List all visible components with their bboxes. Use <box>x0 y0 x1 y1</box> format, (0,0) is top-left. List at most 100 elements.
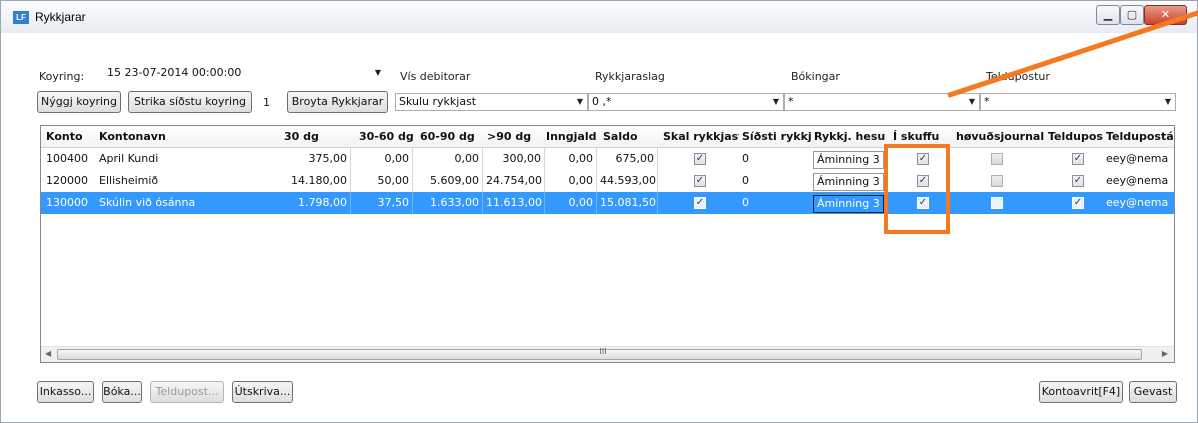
cell-90dg: 24.754,00 <box>483 170 545 192</box>
teldupostur-select[interactable]: * ▼ <box>980 93 1176 111</box>
hovudsjournal-checkbox[interactable] <box>991 175 1003 187</box>
skal-rykkjast-checkbox[interactable]: ✓ <box>694 175 706 187</box>
cell-60-90dg: 1.633,00 <box>413 192 483 214</box>
gevast-button[interactable]: Gevast <box>1129 381 1177 403</box>
col-header-kontonavn[interactable]: Kontonavn <box>96 126 281 148</box>
window-maximize-icon: ▢ <box>1126 8 1138 21</box>
col-header-teldupost[interactable]: Teldupost <box>1045 126 1103 148</box>
utskriva-button[interactable]: Útskriva... <box>232 381 293 403</box>
koyring-count: 1 <box>263 96 270 109</box>
scrollbar-thumb[interactable]: III <box>57 347 1142 360</box>
window-title: Rykkjarar <box>35 10 86 24</box>
chevron-down-icon: ▼ <box>968 97 975 106</box>
minimize-button[interactable]: ▁ <box>1096 5 1120 25</box>
grid-header: Konto Kontonavn 30 dg 30-60 dg 60-90 dg … <box>41 126 1174 148</box>
vis-debitorar-label: Vís debitorar <box>400 70 471 83</box>
cell-kontonavn: Skúlin við ósánna <box>99 196 196 209</box>
skal-rykkjast-checkbox[interactable]: ✓ <box>694 153 706 165</box>
teldupost-button[interactable]: Teldupost... <box>150 381 224 403</box>
col-header-teldupost-adressa[interactable]: Teldupostá <box>1103 126 1174 148</box>
cell-30dg: 1.798,00 <box>281 192 351 214</box>
inkasso-button[interactable]: Inkasso... <box>37 381 94 403</box>
table-row[interactable]: 100400 April Kundi 375,00 0,00 0,00 300,… <box>41 148 1174 170</box>
chevron-down-icon: ▼ <box>374 68 381 77</box>
bokingar-label: Bókingar <box>791 70 840 83</box>
cell-30dg: 14.180,00 <box>281 170 351 192</box>
vis-debitorar-value: Skulu rykkjast <box>399 95 477 108</box>
hovudsjournal-checkbox[interactable] <box>991 197 1003 209</box>
col-header-60-90dg[interactable]: 60-90 dg <box>417 126 484 148</box>
cell-kontonavn: April Kundi <box>99 152 159 165</box>
cell-saldo: 675,00 <box>597 148 658 170</box>
hovudsjournal-checkbox[interactable] <box>991 153 1003 165</box>
col-header-saldo[interactable]: Saldo <box>600 126 660 148</box>
rykkjarar-window: LF Rykkjarar ▁ ▢ ✕ Koyring: 15 23-07-201… <box>0 0 1198 423</box>
boka-button[interactable]: Bóka... <box>102 381 142 403</box>
cell-30-60dg: 37,50 <box>351 192 413 214</box>
scroll-left-icon[interactable]: ◀ <box>45 349 51 358</box>
cell-konto: 120000 <box>46 174 88 187</box>
cell-30dg: 375,00 <box>281 148 351 170</box>
cell-email: eey@nema <box>1106 196 1169 209</box>
rykkjaraslag-value: 0 ,* <box>592 95 612 108</box>
cell-konto: 100400 <box>46 152 88 165</box>
maximize-button[interactable]: ▢ <box>1120 5 1144 25</box>
table-row-selected[interactable]: 130000 Skúlin við ósánna 1.798,00 37,50 … <box>41 192 1174 214</box>
koyring-select[interactable]: 15 23-07-2014 00:00:00 ▼ <box>103 64 386 82</box>
koyring-select-value: 15 23-07-2014 00:00:00 <box>107 66 242 79</box>
cell-kontonavn: Ellisheimið <box>99 174 159 187</box>
strika-sidstu-koyring-button[interactable]: Strika síðstu koyring <box>128 91 252 113</box>
horizontal-scrollbar[interactable]: ◀ III ▶ <box>41 346 1174 362</box>
col-header-skal-rykkjast[interactable]: Skal rykkjast <box>660 126 739 148</box>
col-header-30dg[interactable]: 30 dg <box>281 126 356 148</box>
koyring-label: Koyring: <box>39 70 85 83</box>
col-header-rykkj-hesu[interactable]: Rykkj. hesu <box>811 126 885 148</box>
col-header-90dg[interactable]: >90 dg <box>484 126 543 148</box>
cell-sidsti-rykkj: 0 <box>742 174 749 187</box>
window-minimize-icon: ▁ <box>1103 8 1113 21</box>
broyta-rykkjarar-button[interactable]: Broyta Rykkjarar <box>287 91 388 113</box>
cell-30-60dg: 50,00 <box>351 170 413 192</box>
cell-sidsti-rykkj: 0 <box>742 152 749 165</box>
rykkj-hesu-select[interactable]: Áminning 3 <box>813 195 884 213</box>
skal-rykkjast-checkbox[interactable]: ✓ <box>694 197 706 209</box>
col-header-inngjald[interactable]: Inngjald <box>543 126 600 148</box>
cell-email: eey@nema <box>1106 152 1169 165</box>
scrollbar-grip: III <box>599 347 607 356</box>
rykkjaraslag-select[interactable]: 0 ,* ▼ <box>588 93 784 111</box>
debtor-grid[interactable]: Konto Kontonavn 30 dg 30-60 dg 60-90 dg … <box>40 125 1175 363</box>
cell-konto: 130000 <box>46 196 88 209</box>
cell-sidsti-rykkj: 0 <box>742 196 749 209</box>
chevron-down-icon: ▼ <box>1164 97 1171 106</box>
col-header-sidsti-rykkj[interactable]: Síðsti rykkj. <box>739 126 811 148</box>
teldupost-checkbox[interactable]: ✓ <box>1072 197 1084 209</box>
cell-90dg: 11.613,00 <box>483 192 545 214</box>
teldupost-checkbox[interactable]: ✓ <box>1072 153 1084 165</box>
cell-60-90dg: 5.609,00 <box>413 170 483 192</box>
rykkjaraslag-label: Rykkjaraslag <box>595 70 665 83</box>
highlight-box <box>884 144 950 234</box>
rykkj-hesu-select[interactable]: Áminning 3 <box>813 151 884 169</box>
chevron-down-icon: ▼ <box>772 97 779 106</box>
chevron-down-icon: ▼ <box>576 97 583 106</box>
bokingar-value: * <box>788 95 794 108</box>
rykkj-hesu-select[interactable]: Áminning 3 <box>813 173 884 191</box>
col-header-30-60dg[interactable]: 30-60 dg <box>356 126 417 148</box>
cell-60-90dg: 0,00 <box>413 148 483 170</box>
col-header-konto[interactable]: Konto <box>43 126 98 148</box>
scroll-right-icon[interactable]: ▶ <box>1162 349 1168 358</box>
vis-debitorar-select[interactable]: Skulu rykkjast ▼ <box>395 93 588 111</box>
nyggj-koyring-button[interactable]: Nýggj koyring <box>37 91 121 113</box>
teldupost-checkbox[interactable]: ✓ <box>1072 175 1084 187</box>
cell-email: eey@nema <box>1106 174 1169 187</box>
cell-saldo: 44.593,00 <box>597 170 658 192</box>
col-header-hovudsjournal[interactable]: høvuðsjournal <box>953 126 1045 148</box>
cell-90dg: 300,00 <box>483 148 545 170</box>
cell-inngjald: 0,00 <box>545 170 597 192</box>
cell-saldo: 15.081,50 <box>597 192 658 214</box>
teldupostur-value: * <box>984 95 990 108</box>
table-row[interactable]: 120000 Ellisheimið 14.180,00 50,00 5.609… <box>41 170 1174 192</box>
title-bar: LF Rykkjarar ▁ ▢ ✕ <box>1 1 1197 33</box>
cell-30-60dg: 0,00 <box>351 148 413 170</box>
kontoavrit-button[interactable]: Kontoavrit[F4] <box>1039 381 1123 403</box>
